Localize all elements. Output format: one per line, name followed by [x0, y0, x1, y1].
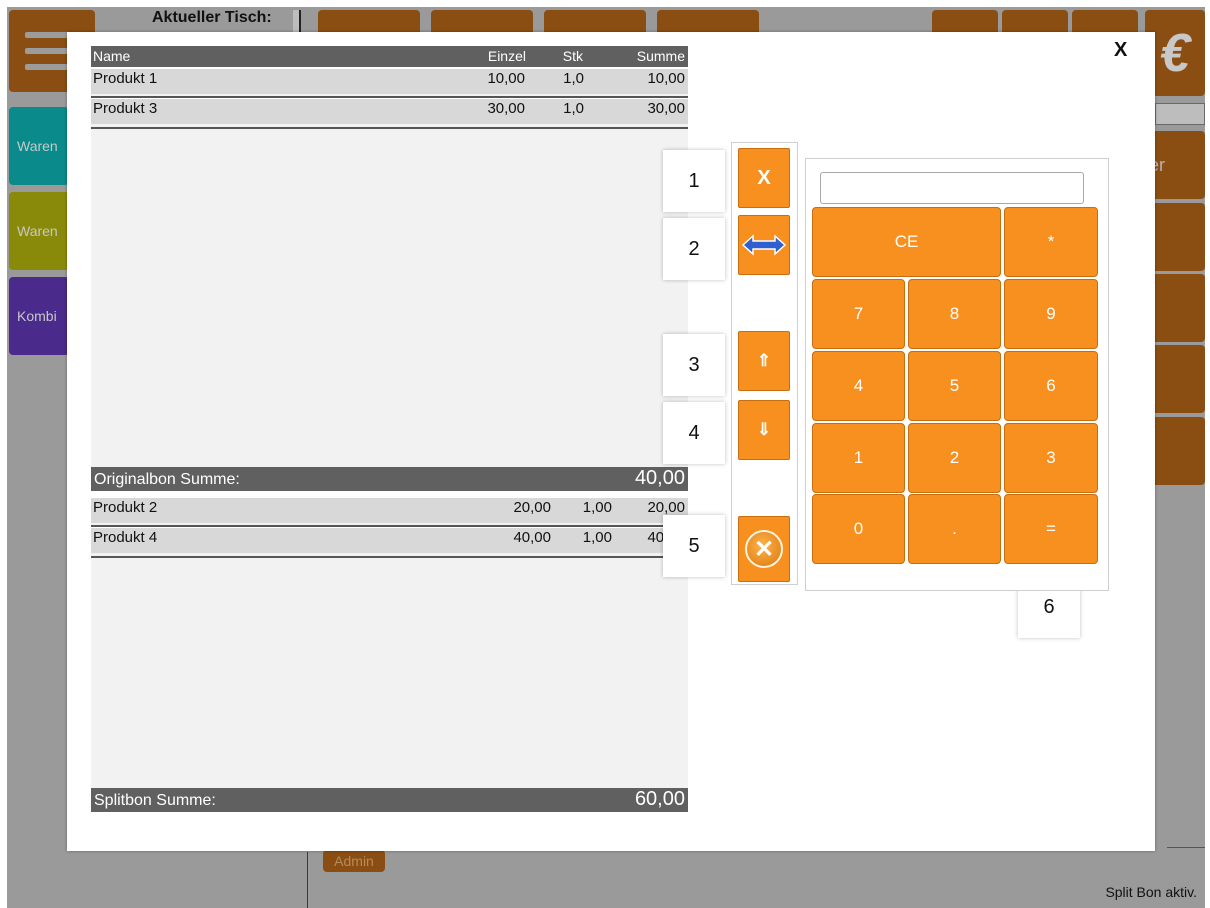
- divider: [1167, 847, 1205, 848]
- key-5[interactable]: 5: [908, 351, 1001, 421]
- key-decimal[interactable]: .: [908, 494, 1001, 564]
- current-table-field: [293, 10, 301, 32]
- split-bill-list: Produkt 2 20,00 1,00 20,00 Produkt 4 40,…: [91, 496, 688, 788]
- header-stk: Stk: [562, 48, 583, 64]
- item-einzel: 20,00: [513, 499, 551, 516]
- key-3[interactable]: 3: [1004, 423, 1098, 493]
- category-waren-2: Waren: [9, 192, 69, 270]
- item-stk: 1,0: [563, 100, 584, 117]
- divider: [307, 852, 308, 908]
- split-sum-label: Splitbon Summe:: [94, 792, 216, 809]
- key-1[interactable]: 1: [812, 423, 905, 493]
- list-item[interactable]: Produkt 4 40,00 1,00 40,00: [91, 527, 688, 558]
- background-input: [1155, 103, 1205, 125]
- item-stk: 1,00: [582, 529, 612, 546]
- list-header: Name Einzel Stk Summe: [91, 46, 688, 67]
- move-down-button[interactable]: ⇓: [738, 400, 790, 460]
- callout-3: 3: [663, 334, 725, 396]
- item-stk: 1,00: [582, 499, 612, 516]
- key-equals[interactable]: =: [1004, 494, 1098, 564]
- item-summe: 30,00: [647, 100, 685, 117]
- cancel-split-button[interactable]: ✕: [738, 516, 790, 582]
- item-name: Produkt 4: [93, 529, 158, 546]
- move-item-button[interactable]: [738, 215, 790, 275]
- item-einzel: 10,00: [487, 70, 525, 87]
- split-bon-dialog: X Name Einzel Stk Summe Produkt 1 10,00 …: [67, 32, 1155, 851]
- arrow-down-icon: ⇓: [756, 420, 772, 439]
- delete-item-button[interactable]: X: [738, 148, 790, 208]
- item-einzel: 30,00: [487, 100, 525, 117]
- key-9[interactable]: 9: [1004, 279, 1098, 349]
- key-6[interactable]: 6: [1004, 351, 1098, 421]
- callout-4: 4: [663, 402, 725, 464]
- split-sum-bar: Splitbon Summe: 60,00: [91, 788, 688, 812]
- header-summe: Summe: [636, 48, 685, 64]
- close-dialog-button[interactable]: X: [1114, 39, 1127, 62]
- split-sum-value: 60,00: [634, 788, 685, 810]
- header-name: Name: [93, 48, 131, 64]
- current-table-label: Aktueller Tisch:: [152, 9, 272, 26]
- original-sum-bar: Originalbon Summe: 40,00: [91, 467, 688, 491]
- list-item[interactable]: Produkt 3 30,00 1,0 30,00: [91, 98, 688, 129]
- key-ce[interactable]: CE: [812, 207, 1001, 277]
- key-8[interactable]: 8: [908, 279, 1001, 349]
- status-text: Split Bon aktiv.: [1105, 884, 1197, 900]
- header-einzel: Einzel: [487, 48, 526, 64]
- swap-arrows-icon: [741, 234, 787, 256]
- cancel-circle-icon: ✕: [745, 530, 783, 568]
- x-icon: X: [757, 166, 771, 189]
- move-up-button[interactable]: ⇑: [738, 331, 790, 391]
- key-4[interactable]: 4: [812, 351, 905, 421]
- key-7[interactable]: 7: [812, 279, 905, 349]
- item-einzel: 40,00: [513, 529, 551, 546]
- original-sum-value: 40,00: [634, 467, 685, 489]
- category-kombi: Kombi: [9, 277, 69, 355]
- key-0[interactable]: 0: [812, 494, 905, 564]
- arrow-up-icon: ⇑: [756, 351, 772, 370]
- item-name: Produkt 1: [93, 70, 158, 87]
- item-stk: 1,0: [563, 70, 584, 87]
- original-bill-list: Name Einzel Stk Summe Produkt 1 10,00 1,…: [91, 46, 688, 480]
- keypad-display-input[interactable]: [820, 172, 1084, 204]
- item-summe: 10,00: [647, 70, 685, 87]
- callout-1: 1: [663, 150, 725, 212]
- list-item[interactable]: Produkt 2 20,00 1,00 20,00: [91, 496, 688, 527]
- item-name: Produkt 3: [93, 100, 158, 117]
- list-item[interactable]: Produkt 1 10,00 1,0 10,00: [91, 67, 688, 98]
- callout-5: 5: [663, 515, 725, 577]
- key-multiply[interactable]: *: [1004, 207, 1098, 277]
- category-waren-1: Waren: [9, 107, 69, 185]
- item-name: Produkt 2: [93, 499, 158, 516]
- item-summe: 20,00: [647, 499, 685, 516]
- original-sum-label: Originalbon Summe:: [94, 471, 240, 488]
- action-strip: X ⇑ ⇓ ✕: [731, 142, 798, 585]
- numeric-keypad: CE * 7 8 9 4 5 6 1 2 3 0 . =: [805, 158, 1109, 591]
- admin-button: Admin: [323, 850, 385, 872]
- callout-2: 2: [663, 218, 725, 280]
- key-2[interactable]: 2: [908, 423, 1001, 493]
